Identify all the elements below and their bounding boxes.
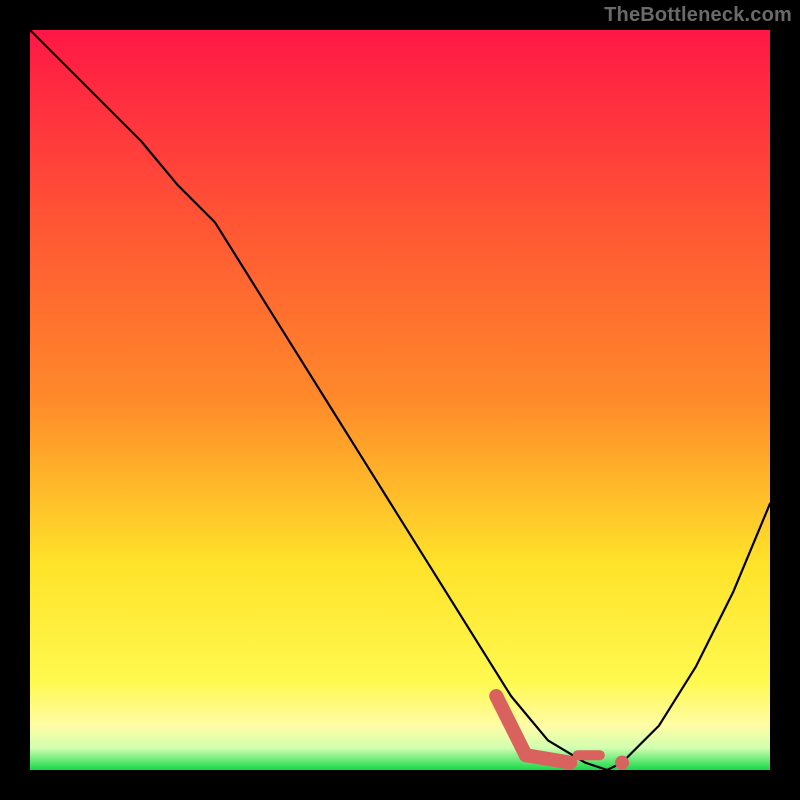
watermark-text: TheBottleneck.com <box>604 4 792 27</box>
plot-svg <box>30 30 770 770</box>
plot-area <box>30 30 770 770</box>
chart-frame: TheBottleneck.com <box>0 0 800 800</box>
